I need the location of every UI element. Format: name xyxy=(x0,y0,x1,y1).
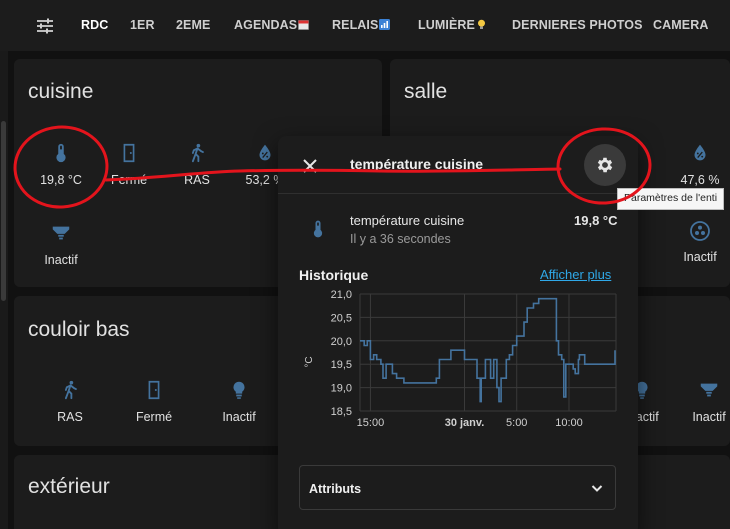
tab-2eme[interactable]: 2EME xyxy=(176,18,210,32)
water-icon xyxy=(259,144,271,161)
calendar-icon xyxy=(298,20,310,30)
history-chart[interactable]: 18,5 19,0 19,5 20,0 20,5 21,0 15:00 30 janv. 5:… xyxy=(278,284,638,454)
page-scrollbar[interactable] xyxy=(0,51,8,529)
card-title-cuisine: cuisine xyxy=(28,80,94,103)
chevron-down-icon xyxy=(591,485,603,492)
entity-cuisine-motion[interactable]: RAS xyxy=(165,142,229,187)
card-title-exterieur: extérieur xyxy=(28,475,110,498)
attributes-expander[interactable]: Attributs xyxy=(299,465,616,510)
card-title-couloir-bas: couloir bas xyxy=(28,318,130,341)
tab-rdc[interactable]: RDC xyxy=(81,18,108,32)
entity-cuisine-spot[interactable]: Inactif xyxy=(29,222,93,267)
dialog-divider xyxy=(278,193,638,194)
entity-salle-humidity[interactable]: 47,6 % xyxy=(668,142,730,187)
y-tick-label: 18,5 xyxy=(331,406,352,418)
x-tick-label: 10:00 xyxy=(555,417,583,429)
chart-icon xyxy=(379,19,391,30)
entity-couloir-spot[interactable]: Inactif xyxy=(677,379,730,424)
tab-camera[interactable]: CAMERA xyxy=(653,18,708,32)
temperature-series-line xyxy=(360,297,616,403)
door-icon xyxy=(123,143,135,163)
card-title-salle: salle xyxy=(404,80,448,103)
y-tick-label: 19,0 xyxy=(331,383,352,395)
walk-icon xyxy=(64,380,77,400)
entity-label: Inactif xyxy=(683,250,717,264)
entity-couloir-light[interactable]: Inactif xyxy=(207,379,271,424)
state-value: 19,8 °C xyxy=(574,213,618,228)
tab-lumiere-label: LUMIÈRE xyxy=(418,18,475,32)
entity-label: Inactif xyxy=(692,410,726,424)
tab-lumiere[interactable]: LUMIÈRE xyxy=(418,18,487,32)
entity-label: RAS xyxy=(57,410,83,424)
settings-tooltip: Paramètres de l'enti xyxy=(617,188,725,210)
entity-couloir-door[interactable]: Fermé xyxy=(122,379,186,424)
close-icon[interactable] xyxy=(300,156,320,176)
y-tick-label: 20,5 xyxy=(331,312,352,324)
entity-label: 47,6 % xyxy=(680,173,720,187)
tab-relais[interactable]: RELAIS xyxy=(332,18,391,32)
top-app-bar: RDC 1ER 2EME AGENDAS RELAIS LUMIÈRE DERN… xyxy=(0,0,730,51)
bulb-icon xyxy=(477,19,485,29)
spotlight-icon xyxy=(52,226,70,240)
fan-icon xyxy=(690,221,710,241)
attributes-label: Attributs xyxy=(309,482,362,496)
entity-label: 19,8 °C xyxy=(40,173,82,187)
settings-button[interactable] xyxy=(584,144,626,186)
thermometer-icon xyxy=(313,220,323,238)
water-icon xyxy=(694,144,706,161)
tab-agendas-label: AGENDAS xyxy=(234,18,298,32)
sliders-menu-icon[interactable] xyxy=(35,16,55,36)
y-axis-label: °C xyxy=(304,356,315,367)
entity-name: température cuisine xyxy=(350,213,465,228)
tab-relais-label: RELAIS xyxy=(332,18,379,32)
entity-label: Fermé xyxy=(110,173,148,187)
more-info-dialog: température cuisine température cuisine … xyxy=(278,136,638,529)
entity-couloir-motion[interactable]: RAS xyxy=(38,379,102,424)
x-tick-label: 30 janv. xyxy=(445,417,485,429)
entity-label: RAS xyxy=(184,173,210,187)
entity-cuisine-door[interactable]: Fermé xyxy=(97,142,161,187)
y-tick-label: 19,5 xyxy=(331,359,352,371)
dialog-title: température cuisine xyxy=(350,156,484,172)
x-tick-label: 5:00 xyxy=(506,417,527,429)
y-tick-label: 20,0 xyxy=(331,336,352,348)
y-tick-label: 21,0 xyxy=(331,289,352,301)
tab-1er[interactable]: 1ER xyxy=(130,18,155,32)
spotlight-icon xyxy=(700,383,718,397)
history-title: Historique xyxy=(299,267,369,283)
walk-icon xyxy=(191,143,204,163)
gear-icon xyxy=(597,157,613,173)
thermometer-icon xyxy=(56,143,66,163)
x-tick-label: 15:00 xyxy=(357,417,385,429)
entity-label: Inactif xyxy=(44,253,78,267)
entity-label: Fermé xyxy=(135,410,173,424)
scrollbar-thumb[interactable] xyxy=(1,121,6,301)
tab-dernieres-photos[interactable]: DERNIERES PHOTOS xyxy=(512,18,643,32)
entity-label: Inactif xyxy=(222,410,256,424)
bulb-icon xyxy=(233,381,245,399)
entity-salle-fan[interactable]: Inactif xyxy=(668,219,730,264)
door-icon xyxy=(148,380,160,400)
entity-cuisine-temperature[interactable]: 19,8 °C xyxy=(29,142,93,187)
last-changed: Il y a 36 secondes xyxy=(350,232,451,246)
show-more-link[interactable]: Afficher plus xyxy=(540,267,611,282)
tab-agendas[interactable]: AGENDAS xyxy=(234,18,310,32)
